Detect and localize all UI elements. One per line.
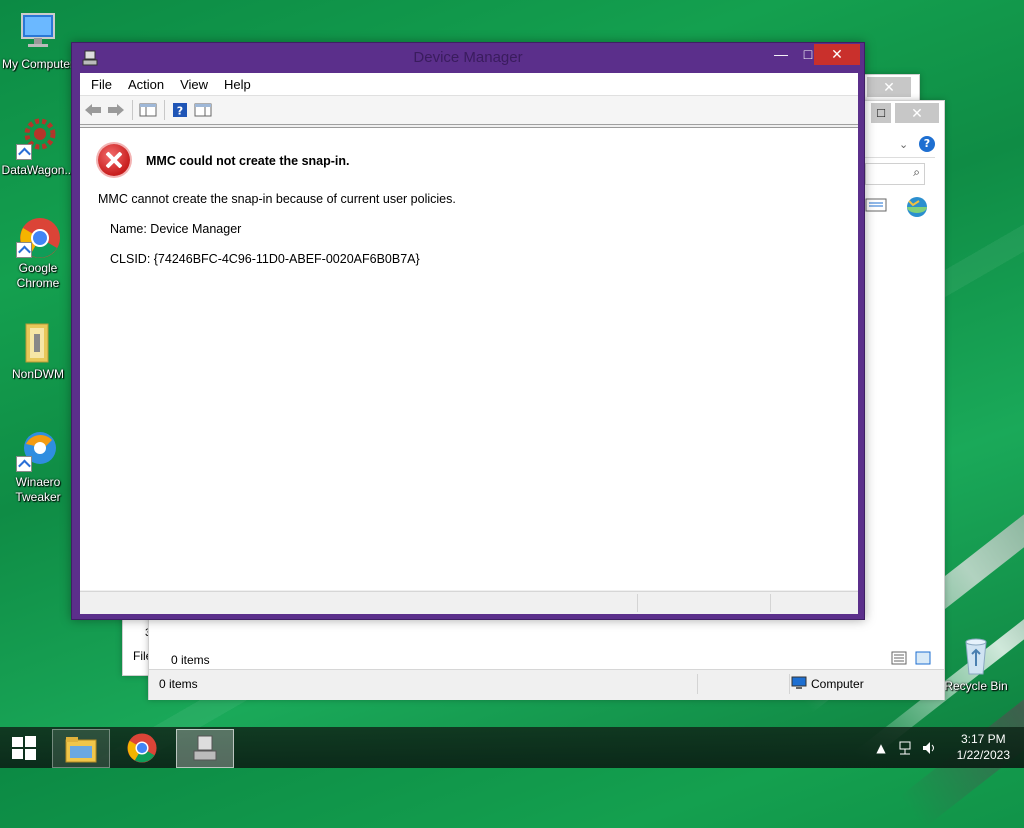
window-client: File Action View Help ? MMC could not cr…	[80, 73, 858, 614]
shortcut-arrow-icon	[16, 144, 32, 160]
status-bar	[80, 591, 858, 614]
taskbar: ▲ 3:17 PM 1/22/2023	[0, 727, 1024, 768]
shortcut-arrow-icon	[16, 456, 32, 472]
gear-icon	[16, 116, 60, 160]
show-hidden-icons-button[interactable]: ▲	[874, 727, 888, 768]
desktop-icon-google-chrome[interactable]: Google Chrome	[0, 214, 76, 291]
error-message: MMC cannot create the snap-in because of…	[98, 192, 456, 206]
menu-help[interactable]: Help	[216, 77, 259, 92]
status-bar: 0 items Computer	[149, 669, 944, 700]
device-manager-window[interactable]: Device Manager — □ ✕ File Action View He…	[71, 42, 865, 620]
search-box[interactable]: ⌕	[865, 163, 925, 185]
desktop-icon-nondwm[interactable]: NonDWM	[0, 320, 76, 382]
close-button[interactable]: ✕	[895, 103, 939, 123]
desktop-icon-label: NonDWM	[11, 367, 64, 381]
chevron-down-icon[interactable]: ⌄	[899, 138, 908, 151]
globe-icon[interactable]	[905, 195, 931, 219]
taskbar-device-manager[interactable]	[176, 729, 234, 768]
show-hide-tree-icon[interactable]	[137, 99, 159, 121]
menu-bar: File Action View Help	[80, 73, 858, 96]
desktop-icon-winaero-tweaker[interactable]: Winaero Tweaker	[0, 428, 76, 505]
desktop-icon-recycle-bin[interactable]: Recycle Bin	[938, 632, 1014, 694]
snapin-name: Name: Device Manager	[110, 222, 242, 236]
back-arrow-icon[interactable]	[82, 99, 104, 121]
volume-icon[interactable]	[920, 727, 938, 768]
maximize-button[interactable]: □	[871, 103, 891, 123]
help-icon[interactable]: ?	[919, 136, 935, 152]
window-title: Device Manager	[413, 49, 523, 66]
desktop-icon-label: My Computer	[1, 57, 75, 71]
clock[interactable]: 3:17 PM 1/22/2023	[957, 731, 1010, 763]
forward-arrow-icon[interactable]	[105, 99, 127, 121]
shortcut-arrow-icon	[16, 242, 32, 258]
search-icon: ⌕	[913, 165, 920, 179]
close-button[interactable]: ✕	[867, 77, 911, 97]
recycle-bin-icon	[954, 632, 998, 676]
show-action-pane-icon[interactable]	[192, 99, 214, 121]
start-button[interactable]	[0, 729, 48, 766]
chrome-icon	[16, 214, 60, 258]
clock-date: 1/22/2023	[956, 748, 1010, 762]
large-icons-view-icon[interactable]	[915, 651, 931, 668]
details-view-icon[interactable]	[891, 651, 907, 668]
device-manager-icon	[193, 735, 217, 760]
folder-icon	[65, 736, 97, 762]
error-icon	[98, 144, 130, 176]
close-button[interactable]: ✕	[814, 44, 860, 65]
clock-time: 3:17 PM	[960, 732, 1006, 746]
desktop-icon-label: DataWagon...	[1, 163, 75, 177]
desktop-icon-datawagon[interactable]: DataWagon...	[0, 116, 76, 178]
winaero-icon	[16, 428, 60, 472]
status-items-count: 0 items	[159, 677, 198, 691]
svg-text:?: ?	[177, 105, 183, 118]
desktop-icon-label: Recycle Bin	[944, 679, 1008, 693]
toolbar: ?	[80, 96, 858, 125]
snapin-clsid: CLSID: {74246BFC-4C96-11D0-ABEF-0020AF6B…	[110, 252, 420, 266]
status-location: Computer	[811, 677, 864, 691]
chrome-icon	[127, 732, 157, 763]
desktop-icon-label: Google Chrome	[16, 261, 60, 290]
minimize-button[interactable]: —	[767, 44, 795, 65]
desktop-icon-my-computer[interactable]: My Computer	[0, 10, 76, 72]
error-title: MMC could not create the snap-in.	[146, 154, 350, 168]
computer-icon	[16, 10, 60, 54]
taskbar-chrome[interactable]	[114, 729, 170, 766]
ribbon-area: ⌄ ?	[865, 135, 935, 158]
computer-icon	[791, 676, 807, 693]
taskbar-file-explorer[interactable]	[52, 729, 110, 768]
desktop-icon-label: Winaero Tweaker	[15, 475, 61, 504]
network-icon[interactable]	[896, 727, 914, 768]
help-icon[interactable]: ?	[169, 99, 191, 121]
menu-action[interactable]: Action	[120, 77, 172, 92]
view-icon[interactable]	[865, 197, 909, 217]
menu-view[interactable]: View	[172, 77, 216, 92]
folder-icon	[16, 320, 60, 364]
snapin-error-pane: MMC could not create the snap-in. MMC ca…	[80, 127, 858, 590]
menu-file[interactable]: File	[83, 77, 120, 92]
items-count: 0 items	[171, 653, 210, 667]
windows-logo-icon	[12, 735, 36, 760]
